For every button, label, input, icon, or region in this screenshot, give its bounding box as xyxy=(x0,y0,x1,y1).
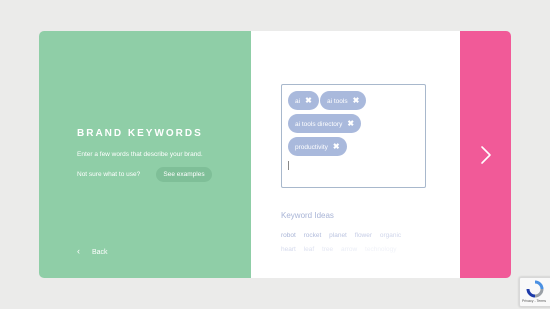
keyword-ideas-title: Keyword Ideas xyxy=(281,211,334,220)
keyword-idea[interactable]: planet xyxy=(329,232,347,239)
see-examples-button[interactable]: See examples xyxy=(156,167,212,182)
brand-panel: BRAND KEYWORDS Enter a few words that de… xyxy=(39,31,251,278)
back-button[interactable]: ‹ Back xyxy=(77,246,108,256)
keyword-idea[interactable]: organic xyxy=(380,232,401,239)
keyword-idea[interactable]: technology xyxy=(365,246,396,253)
keyword-idea[interactable]: tree xyxy=(322,246,333,253)
keyword-tag-label: ai tools directory xyxy=(295,121,343,128)
keyword-idea[interactable]: leaf xyxy=(304,246,314,253)
keyword-tag-label: productivity xyxy=(295,144,328,151)
chevron-right-icon xyxy=(480,145,491,164)
chevron-left-icon: ‹ xyxy=(77,246,80,256)
recaptcha-terms[interactable]: Privacy - Terms xyxy=(522,299,546,303)
keyword-ideas-row: robot rocket planet flower organic xyxy=(281,232,407,239)
keyword-input-box[interactable]: ai ✖ ai tools ✖ ai tools directory ✖ produc… xyxy=(281,84,426,188)
remove-tag-icon[interactable]: ✖ xyxy=(353,96,360,105)
remove-tag-icon[interactable]: ✖ xyxy=(333,142,340,151)
keyword-tag: ai tools ✖ xyxy=(320,91,367,110)
keywords-panel: ai ✖ ai tools ✖ ai tools directory ✖ produc… xyxy=(251,31,460,278)
brand-keywords-title: BRAND KEYWORDS xyxy=(77,128,203,139)
keyword-idea[interactable]: flower xyxy=(355,232,372,239)
not-sure-label: Not sure what to use? xyxy=(77,171,141,178)
keyword-ideas-row: heart leaf tree arrow technology xyxy=(281,246,402,253)
recaptcha-badge[interactable]: Privacy - Terms xyxy=(519,277,550,307)
keyword-idea[interactable]: rocket xyxy=(304,232,322,239)
text-cursor xyxy=(288,161,289,170)
keyword-tag: ai tools directory ✖ xyxy=(288,114,362,133)
remove-tag-icon[interactable]: ✖ xyxy=(305,96,312,105)
keyword-idea[interactable]: robot xyxy=(281,232,296,239)
keyword-idea[interactable]: arrow xyxy=(341,246,357,253)
keyword-tag: productivity ✖ xyxy=(288,137,347,156)
keyword-tag-label: ai tools xyxy=(327,98,348,105)
remove-tag-icon[interactable]: ✖ xyxy=(347,119,354,128)
keyword-tag: ai ✖ xyxy=(288,91,319,110)
next-button[interactable] xyxy=(460,31,511,278)
keyword-idea[interactable]: heart xyxy=(281,246,296,253)
back-label: Back xyxy=(92,249,108,256)
keyword-tag-label: ai xyxy=(295,98,301,105)
brand-description: Enter a few words that describe your bra… xyxy=(77,151,203,158)
recaptcha-icon xyxy=(526,280,544,298)
